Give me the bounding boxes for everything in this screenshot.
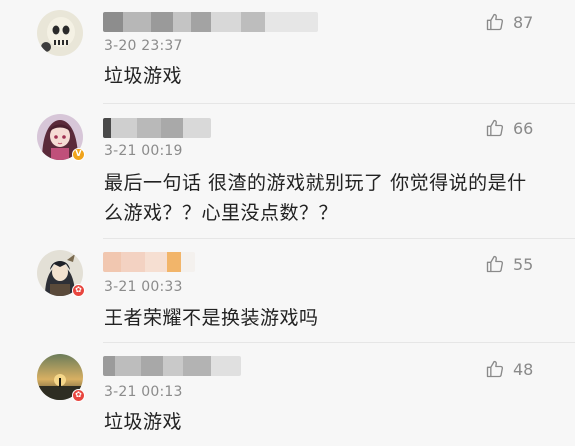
like-button[interactable]: 48: [485, 359, 533, 379]
thumbs-up-icon: [486, 255, 504, 273]
comment-text: 王者荣耀不是换装游戏吗: [104, 307, 319, 329]
like-count: 87: [513, 12, 534, 32]
username-blurred[interactable]: [103, 12, 318, 32]
divider: [103, 342, 575, 343]
comment-text: 垃圾游戏: [104, 65, 183, 87]
like-count: 48: [513, 359, 534, 379]
divider: [103, 238, 575, 239]
like-button[interactable]: 66: [485, 118, 533, 138]
username-blurred[interactable]: [103, 118, 211, 138]
thumbs-up-icon: [486, 360, 504, 378]
like-button[interactable]: 55: [485, 254, 533, 274]
thumbs-up-icon: [486, 119, 504, 137]
like-count: 66: [513, 118, 534, 138]
like-button[interactable]: 87: [485, 12, 533, 32]
comment-list: 3-20 23:37 垃圾游戏 87 V 3-21 00:19 最后一句话 很渣…: [0, 0, 575, 446]
like-count: 55: [513, 254, 534, 274]
comment-text: 最后一句话 很渣的游戏就别玩了 你觉得说的是什么游戏？？心里没点数？？: [104, 172, 527, 224]
comment-time: 3-21 00:13: [104, 384, 183, 400]
fan-badge: ✿: [72, 284, 85, 297]
username-blurred[interactable]: [103, 356, 241, 376]
comment-time: 3-21 00:33: [104, 279, 183, 295]
comment-text: 垃圾游戏: [104, 411, 183, 433]
vip-badge: V: [72, 148, 85, 161]
skull-avatar-icon[interactable]: [37, 10, 83, 56]
comment-time: 3-21 00:19: [104, 143, 183, 159]
comment-time: 3-20 23:37: [104, 38, 183, 54]
fan-badge: ✿: [72, 389, 85, 402]
divider: [103, 103, 575, 104]
username-blurred[interactable]: [103, 252, 195, 272]
thumbs-up-icon: [486, 13, 504, 31]
